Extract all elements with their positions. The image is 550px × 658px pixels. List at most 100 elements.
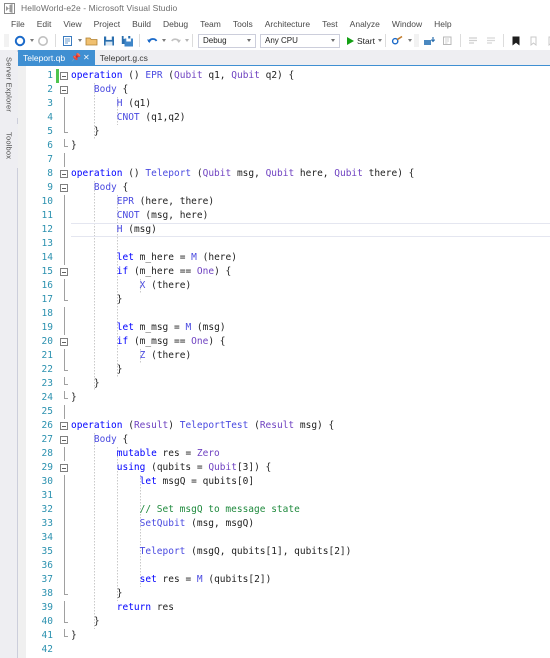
code-line[interactable]: Body { bbox=[71, 181, 550, 195]
code-line[interactable]: Body { bbox=[71, 433, 550, 447]
fold-row[interactable] bbox=[59, 209, 71, 223]
code-line[interactable]: operation (Result) TeleportTest (Result … bbox=[71, 419, 550, 433]
fold-row[interactable] bbox=[59, 97, 71, 111]
menu-item-team[interactable]: Team bbox=[194, 18, 227, 30]
menu-item-project[interactable]: Project bbox=[88, 18, 126, 30]
code-line[interactable]: return res bbox=[71, 601, 550, 615]
bookmark-previous-icon[interactable] bbox=[544, 33, 550, 49]
menu-item-debug[interactable]: Debug bbox=[157, 18, 194, 30]
fold-row[interactable] bbox=[59, 503, 71, 517]
fold-row[interactable] bbox=[59, 111, 71, 125]
menu-item-tools[interactable]: Tools bbox=[227, 18, 259, 30]
code-line[interactable]: operation () EPR (Qubit q1, Qubit q2) { bbox=[71, 69, 550, 83]
code-line[interactable]: if (m_here == One) { bbox=[71, 265, 550, 279]
code-editor[interactable]: 1234567891011121314151617181920212223242… bbox=[18, 66, 550, 658]
code-line[interactable]: } bbox=[71, 629, 550, 643]
close-icon[interactable]: ✕ bbox=[83, 54, 90, 62]
fold-row[interactable] bbox=[59, 167, 71, 181]
fold-row[interactable] bbox=[59, 153, 71, 167]
menu-item-window[interactable]: Window bbox=[386, 18, 428, 30]
code-line[interactable]: } bbox=[71, 293, 550, 307]
fold-collapse-icon[interactable] bbox=[60, 338, 68, 346]
fold-row[interactable] bbox=[59, 125, 71, 139]
code-line[interactable]: H (q1) bbox=[71, 97, 550, 111]
fold-row[interactable] bbox=[59, 391, 71, 405]
code-line[interactable]: } bbox=[71, 615, 550, 629]
stop-icon[interactable] bbox=[508, 33, 524, 49]
code-line[interactable]: } bbox=[71, 587, 550, 601]
menu-item-edit[interactable]: Edit bbox=[31, 18, 58, 30]
fold-row[interactable] bbox=[59, 83, 71, 97]
fold-row[interactable] bbox=[59, 307, 71, 321]
code-line[interactable]: let msgQ = qubits[0] bbox=[71, 475, 550, 489]
new-project-dropdown-icon[interactable] bbox=[78, 39, 82, 42]
code-line[interactable]: } bbox=[71, 125, 550, 139]
code-line[interactable]: let m_msg = M (msg) bbox=[71, 321, 550, 335]
code-line[interactable]: } bbox=[71, 391, 550, 405]
fold-row[interactable] bbox=[59, 223, 71, 237]
code-line[interactable] bbox=[71, 643, 550, 657]
menu-item-file[interactable]: File bbox=[5, 18, 31, 30]
start-debug-button[interactable]: Start bbox=[345, 33, 377, 49]
code-line[interactable]: using (qubits = Qubit[3]) { bbox=[71, 461, 550, 475]
code-line[interactable] bbox=[71, 531, 550, 545]
fold-row[interactable] bbox=[59, 181, 71, 195]
fold-row[interactable] bbox=[59, 377, 71, 391]
toolbar-grip[interactable] bbox=[414, 34, 419, 47]
comment-selection-icon[interactable] bbox=[465, 33, 481, 49]
fold-row[interactable] bbox=[59, 559, 71, 573]
navigate-back-dropdown-icon[interactable] bbox=[30, 39, 34, 42]
fold-row[interactable] bbox=[59, 363, 71, 377]
fold-collapse-icon[interactable] bbox=[60, 268, 68, 276]
menu-item-help[interactable]: Help bbox=[428, 18, 457, 30]
code-line[interactable]: let m_here = M (here) bbox=[71, 251, 550, 265]
step-over-icon[interactable] bbox=[440, 33, 456, 49]
fold-row[interactable] bbox=[59, 237, 71, 251]
code-line[interactable]: SetQubit (msg, msgQ) bbox=[71, 517, 550, 531]
uncomment-selection-icon[interactable] bbox=[483, 33, 499, 49]
redo-icon[interactable] bbox=[167, 33, 183, 49]
fold-collapse-icon[interactable] bbox=[60, 422, 68, 430]
tab-teleport-g-cs[interactable]: Teleport.g.cs bbox=[95, 50, 157, 66]
save-all-icon[interactable] bbox=[119, 33, 135, 49]
code-line[interactable]: Z (there) bbox=[71, 349, 550, 363]
pin-icon[interactable]: 📌 bbox=[71, 54, 81, 62]
sidebar-item-server-explorer[interactable]: Server Explorer bbox=[0, 52, 18, 118]
fold-collapse-icon[interactable] bbox=[60, 170, 68, 178]
code-line[interactable] bbox=[71, 559, 550, 573]
code-line[interactable]: mutable res = Zero bbox=[71, 447, 550, 461]
menu-item-test[interactable]: Test bbox=[316, 18, 344, 30]
code-line[interactable]: X (there) bbox=[71, 279, 550, 293]
fold-collapse-icon[interactable] bbox=[60, 436, 68, 444]
fold-row[interactable] bbox=[59, 433, 71, 447]
undo-dropdown-icon[interactable] bbox=[162, 39, 166, 42]
fold-row[interactable] bbox=[59, 69, 71, 83]
fold-row[interactable] bbox=[59, 279, 71, 293]
fold-row[interactable] bbox=[59, 349, 71, 363]
redo-dropdown-icon[interactable] bbox=[185, 39, 189, 42]
solution-configuration-select[interactable]: Debug bbox=[198, 34, 256, 48]
fold-row[interactable] bbox=[59, 601, 71, 615]
new-project-icon[interactable] bbox=[60, 33, 76, 49]
fold-row[interactable] bbox=[59, 419, 71, 433]
fold-row[interactable] bbox=[59, 587, 71, 601]
fold-row[interactable] bbox=[59, 139, 71, 153]
open-file-icon[interactable] bbox=[83, 33, 99, 49]
code-line[interactable] bbox=[71, 489, 550, 503]
fold-row[interactable] bbox=[59, 531, 71, 545]
code-line[interactable]: CNOT (msg, here) bbox=[71, 209, 550, 223]
fold-row[interactable] bbox=[59, 447, 71, 461]
fold-row[interactable] bbox=[59, 489, 71, 503]
selection-margin[interactable] bbox=[18, 66, 26, 658]
code-line[interactable] bbox=[71, 405, 550, 419]
code-folding-margin[interactable] bbox=[59, 66, 71, 658]
fold-row[interactable] bbox=[59, 629, 71, 643]
code-line[interactable]: operation () Teleport (Qubit msg, Qubit … bbox=[71, 167, 550, 181]
fold-row[interactable] bbox=[59, 615, 71, 629]
save-icon[interactable] bbox=[101, 33, 117, 49]
fold-row[interactable] bbox=[59, 573, 71, 587]
sidebar-item-toolbox[interactable]: Toolbox bbox=[0, 124, 18, 168]
fold-collapse-icon[interactable] bbox=[60, 86, 68, 94]
code-line[interactable]: H (msg) bbox=[71, 223, 550, 237]
undo-icon[interactable] bbox=[144, 33, 160, 49]
